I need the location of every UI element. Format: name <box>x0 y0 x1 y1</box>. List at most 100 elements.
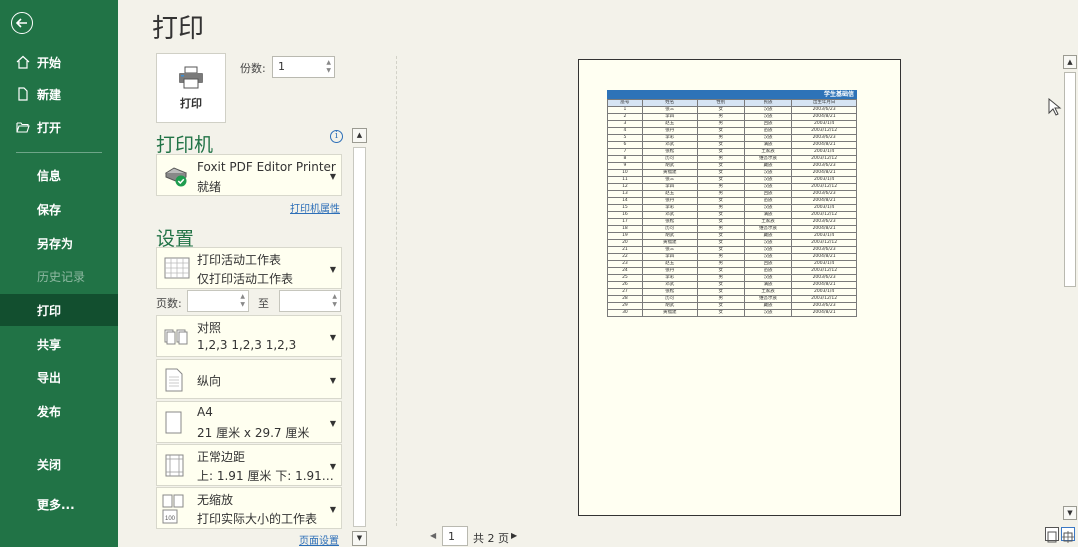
table-cell: 张松 <box>641 218 698 226</box>
nav-share[interactable]: 共享 <box>0 328 118 360</box>
print-preview-page: 学生基础信 座号 姓名 性别 民族 出生年月日 1 张三女汉族 2003/6/23 2 李四男汉… <box>578 59 901 516</box>
orientation-select[interactable]: 纵向 ▼ <box>156 359 342 399</box>
table-cell: 2004/8/21 <box>791 169 857 177</box>
sheet-header-row: 座号 姓名 性别 民族 出生年月日 <box>607 99 857 107</box>
printer-ready-icon <box>164 167 188 187</box>
table-row: 4 张丹女苗族 2003/12/12 <box>607 127 857 135</box>
table-cell: 男 <box>696 134 745 142</box>
table-cell: 2003/1/4 <box>791 260 857 268</box>
nav-home[interactable]: 开始 <box>0 46 118 78</box>
table-cell: 2003/1/4 <box>791 120 857 128</box>
scrollbar-thumb[interactable] <box>353 147 366 527</box>
nav-new[interactable]: 新建 <box>0 78 118 110</box>
collate-subtitle: 1,2,3 1,2,3 1,2,3 <box>197 338 297 352</box>
copies-spinner[interactable]: ▲ ▼ <box>326 59 331 75</box>
table-cell: 8 <box>607 155 643 163</box>
printer-select[interactable]: Foxit PDF Editor Printer 就绪 ▼ <box>156 154 342 196</box>
show-margins-icon[interactable] <box>1045 527 1059 543</box>
table-cell: 1 <box>607 106 643 114</box>
margins-select[interactable]: 正常边距 上: 1.91 厘米 下: 1.91… ▼ <box>156 444 342 486</box>
table-cell: 女 <box>696 288 745 296</box>
nav-save-as[interactable]: 另存为 <box>0 227 118 259</box>
table-cell: 李四 <box>641 113 698 121</box>
table-cell: 李彩 <box>641 274 698 282</box>
table-cell: 6 <box>607 141 643 149</box>
print-button[interactable]: 打印 <box>156 53 226 123</box>
nav-export[interactable]: 导出 <box>0 361 118 393</box>
pages-to-label: 至 <box>258 297 269 310</box>
table-cell: 男 <box>696 204 745 212</box>
current-page-input[interactable]: 1 <box>442 526 468 546</box>
nav-new-label: 新建 <box>37 87 62 102</box>
margins-subtitle: 上: 1.91 厘米 下: 1.91… <box>197 469 334 483</box>
pages-from-input[interactable]: ▲ ▼ <box>187 290 249 312</box>
table-cell: 赵五 <box>641 190 698 198</box>
table-row: 21 张三女汉族 2003/6/23 <box>607 246 857 254</box>
table-cell: 汉族 <box>743 239 793 247</box>
nav-more[interactable]: 更多... <box>0 488 118 520</box>
sheet-header-cell: 性别 <box>696 99 745 107</box>
table-row: 18 历可男维吾尔族 2004/8/21 <box>607 225 857 233</box>
copies-label: 份数: <box>240 62 266 75</box>
preview-scroll-down-button[interactable]: ▼ <box>1063 506 1077 520</box>
nav-open[interactable]: 打开 <box>0 111 118 143</box>
table-cell: 2003/12/12 <box>791 295 857 303</box>
nav-close-label: 关闭 <box>37 457 62 472</box>
collate-select[interactable]: 对照 1,2,3 1,2,3 1,2,3 ▼ <box>156 315 342 357</box>
chevron-down-icon: ▼ <box>329 376 336 385</box>
open-folder-icon <box>16 122 30 133</box>
table-cell: 汉族 <box>743 246 793 254</box>
table-cell: 胡武 <box>641 162 698 170</box>
pages-to-spinner[interactable]: ▲ ▼ <box>332 293 337 309</box>
table-row: 22 李四男汉族 2004/8/21 <box>607 253 857 261</box>
svg-text:100: 100 <box>165 516 176 522</box>
nav-print[interactable]: 打印 <box>0 294 118 326</box>
print-scope-title: 打印活动工作表 <box>197 253 282 267</box>
table-cell: 21 <box>607 246 643 254</box>
page-setup-link[interactable]: 页面设置 <box>299 532 339 547</box>
table-row: 2 李四男汉族 2004/8/21 <box>607 113 857 121</box>
table-cell: 2003/12/12 <box>791 211 857 219</box>
copies-input[interactable]: 1 ▲ ▼ <box>272 56 335 78</box>
back-arrow-icon[interactable] <box>11 12 33 34</box>
preview-scroll-up-button[interactable]: ▲ <box>1063 55 1077 69</box>
table-row: 12 李四男汉族 2003/12/12 <box>607 183 857 191</box>
chevron-down-icon: ▼ <box>329 265 336 274</box>
prev-page-icon[interactable]: ◀ <box>430 531 436 540</box>
nav-info[interactable]: 信息 <box>0 159 118 191</box>
table-cell: 2004/8/21 <box>791 253 857 261</box>
scroll-down-button[interactable]: ▼ <box>352 531 367 546</box>
info-icon[interactable]: i <box>330 130 343 143</box>
preview-scrollbar[interactable]: ▲ ▼ <box>1063 55 1077 521</box>
table-cell: 赵五 <box>641 120 698 128</box>
table-row: 1 张三女汉族 2003/6/23 <box>607 106 857 114</box>
sheet-title: 学生基础信 <box>607 90 857 99</box>
table-cell: 24 <box>607 267 643 275</box>
table-cell: 张丹 <box>641 267 698 275</box>
pages-from-spinner[interactable]: ▲ ▼ <box>240 293 245 309</box>
table-cell: 2003/1/4 <box>791 176 857 184</box>
preview-scrollbar-thumb[interactable] <box>1064 72 1076 287</box>
table-cell: 2003/6/23 <box>791 218 857 226</box>
nav-save[interactable]: 保存 <box>0 193 118 225</box>
table-cell: 4 <box>607 127 643 135</box>
table-row: 20 黄福建女汉族 2003/12/12 <box>607 239 857 247</box>
paper-size-select[interactable]: A4 21 厘米 x 29.7 厘米 ▼ <box>156 401 342 443</box>
scaling-select[interactable]: 100 无缩放 打印实际大小的工作表 ▼ <box>156 487 342 529</box>
zoom-to-page-icon[interactable] <box>1061 527 1075 543</box>
table-cell: 黄福建 <box>641 239 698 247</box>
nav-close[interactable]: 关闭 <box>0 448 118 480</box>
table-cell: 男 <box>696 155 745 163</box>
table-cell: 2003/1/4 <box>791 148 857 156</box>
next-page-icon[interactable]: ▶ <box>511 531 517 540</box>
table-row: 6 邓武女满族 2004/8/21 <box>607 141 857 149</box>
printer-properties-link[interactable]: 打印机属性 <box>290 200 340 215</box>
nav-save-as-label: 另存为 <box>37 236 74 251</box>
scroll-up-button[interactable]: ▲ <box>352 128 367 143</box>
table-cell: 男 <box>696 190 745 198</box>
print-scope-select[interactable]: 打印活动工作表 仅打印活动工作表 ▼ <box>156 247 342 289</box>
nav-publish[interactable]: 发布 <box>0 395 118 427</box>
settings-scrollbar[interactable]: ▲ ▼ <box>352 128 367 547</box>
table-cell: 女 <box>696 141 745 149</box>
pages-to-input[interactable]: ▲ ▼ <box>279 290 341 312</box>
